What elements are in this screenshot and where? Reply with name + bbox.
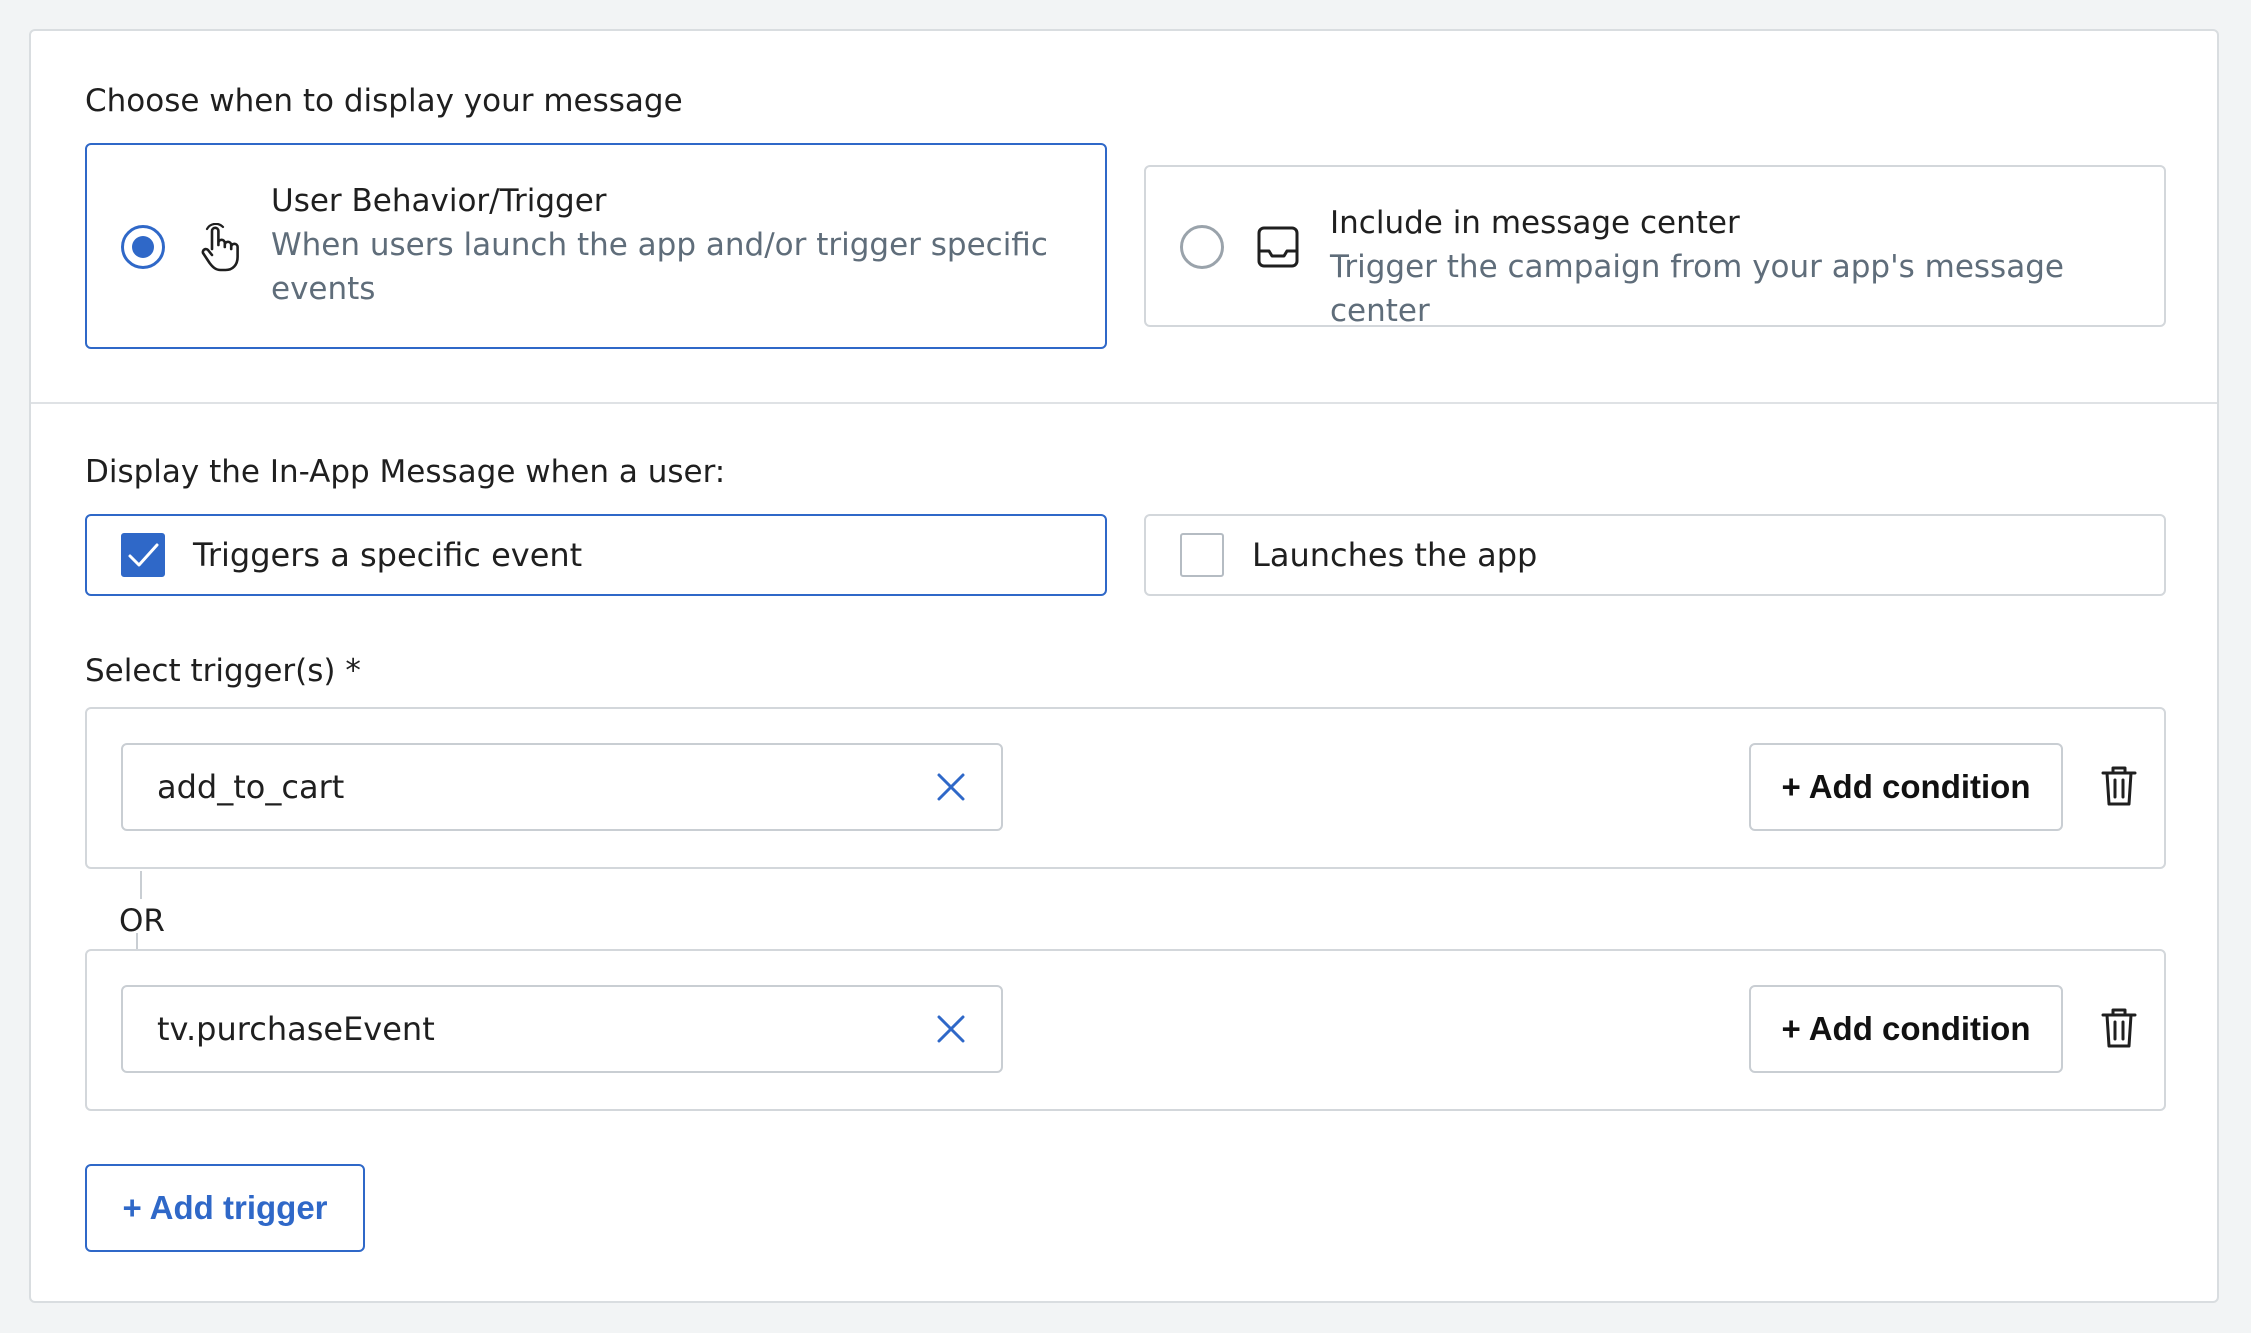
- checkbox-launches-app[interactable]: [1180, 533, 1224, 577]
- option-description-user-behavior: When users launch the app and/or trigger…: [271, 227, 1048, 307]
- add-trigger-button[interactable]: + Add trigger: [85, 1164, 365, 1252]
- trigger-select-input[interactable]: tv.purchaseEvent: [121, 985, 1003, 1073]
- checkbox-card-launches-app[interactable]: Launches the app: [1144, 514, 2166, 596]
- checkbox-card-specific-event[interactable]: Triggers a specific event: [85, 514, 1107, 596]
- trigger-row: add_to_cart + Add condition: [85, 707, 2166, 869]
- inbox-icon: [1257, 226, 1299, 268]
- trigger-value: tv.purchaseEvent: [157, 1010, 435, 1048]
- option-title-message-center: Include in message center: [1330, 205, 1740, 241]
- add-condition-button[interactable]: + Add condition: [1749, 743, 2063, 831]
- checkbox-specific-event[interactable]: [121, 533, 165, 577]
- trigger-row: tv.purchaseEvent + Add condition: [85, 949, 2166, 1111]
- hand-pointer-icon: [201, 223, 239, 272]
- radio-user-behavior[interactable]: [121, 225, 165, 269]
- trash-icon[interactable]: [2101, 765, 2137, 807]
- trigger-select-input[interactable]: add_to_cart: [121, 743, 1003, 831]
- option-title-user-behavior: User Behavior/Trigger: [271, 183, 607, 219]
- trigger-value: add_to_cart: [157, 768, 345, 806]
- section-divider: [31, 402, 2217, 404]
- or-connector-line: [140, 871, 142, 899]
- add-condition-button[interactable]: + Add condition: [1749, 985, 2063, 1073]
- display-settings-panel: Choose when to display your message User…: [29, 29, 2219, 1303]
- clear-icon[interactable]: [935, 1013, 967, 1045]
- option-description-message-center: Trigger the campaign from your app's mes…: [1330, 249, 2064, 329]
- clear-icon[interactable]: [935, 771, 967, 803]
- radio-message-center[interactable]: [1180, 225, 1224, 269]
- section-heading-display-condition: Display the In-App Message when a user:: [85, 454, 726, 490]
- trash-icon[interactable]: [2101, 1007, 2137, 1049]
- option-card-message-center[interactable]: Include in message center Trigger the ca…: [1144, 165, 2166, 329]
- triggers-label: Select trigger(s) *: [85, 653, 361, 689]
- option-card-user-behavior[interactable]: User Behavior/Trigger When users launch …: [85, 143, 1107, 349]
- checkbox-label-specific-event: Triggers a specific event: [193, 536, 583, 574]
- section-heading-display-timing: Choose when to display your message: [85, 83, 683, 119]
- checkbox-label-launches-app: Launches the app: [1252, 536, 1538, 574]
- or-label: OR: [119, 903, 165, 939]
- checkmark-icon: [128, 543, 159, 567]
